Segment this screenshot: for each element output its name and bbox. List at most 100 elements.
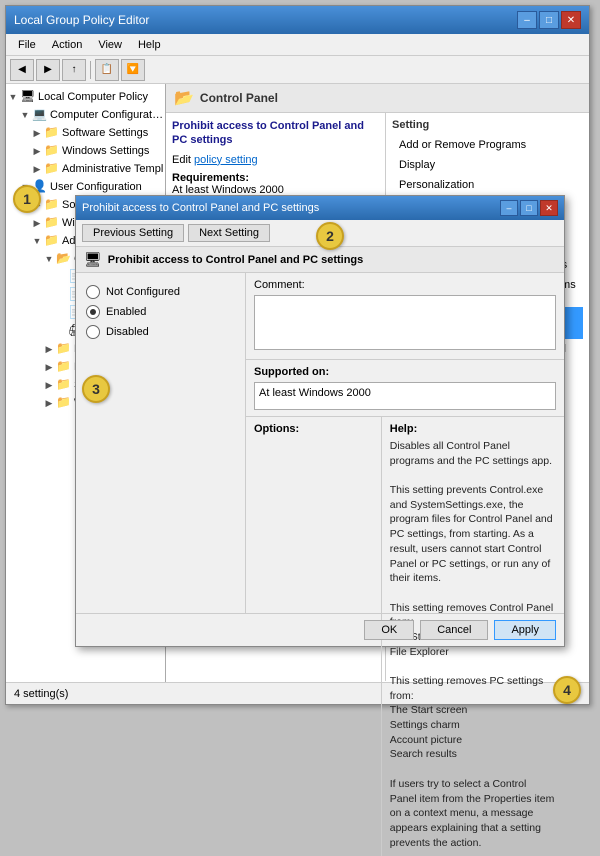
badge-3: 3 bbox=[82, 375, 110, 403]
radio-label-not-configured: Not Configured bbox=[106, 286, 180, 298]
radio-label-disabled: Disabled bbox=[106, 326, 149, 338]
badge-1: 1 bbox=[13, 185, 41, 213]
radio-circle-enabled bbox=[86, 305, 100, 319]
back-button[interactable]: ◀ bbox=[10, 59, 34, 81]
show-hide-button[interactable]: 📋 bbox=[95, 59, 119, 81]
main-title: Local Group Policy Editor bbox=[14, 13, 149, 27]
options-label: Options: bbox=[254, 423, 373, 435]
folder-icon-5: 📁 bbox=[44, 197, 60, 211]
radio-label-enabled: Enabled bbox=[106, 306, 146, 318]
tree-label-local: Local Computer Policy bbox=[38, 89, 148, 105]
expand-net: ▶ bbox=[42, 360, 56, 374]
tree-label-sw: Software Settings bbox=[62, 125, 148, 141]
next-setting-button[interactable]: Next Setting bbox=[188, 224, 270, 242]
badge-4: 4 bbox=[553, 676, 581, 704]
expand-computer-config: ▼ bbox=[18, 108, 32, 122]
cp-setting-header: Setting bbox=[392, 119, 583, 131]
up-button[interactable]: ↑ bbox=[62, 59, 86, 81]
menu-action[interactable]: Action bbox=[44, 37, 91, 53]
dialog-left-panel: Not Configured Enabled Disabled bbox=[76, 273, 246, 613]
dialog-title-btns: – □ ✕ bbox=[500, 200, 558, 216]
radio-not-configured[interactable]: Not Configured bbox=[86, 285, 235, 299]
radio-disabled[interactable]: Disabled bbox=[86, 325, 235, 339]
maximize-button[interactable]: □ bbox=[539, 11, 559, 29]
supported-section: Supported on: At least Windows 2000 bbox=[246, 360, 564, 417]
ok-button[interactable]: OK bbox=[364, 620, 414, 640]
dialog-title: Prohibit access to Control Panel and PC … bbox=[82, 202, 319, 214]
close-button[interactable]: ✕ bbox=[561, 11, 581, 29]
folder-icon-11: 📁 bbox=[56, 395, 72, 409]
tree-item-admin-templ[interactable]: ▶ 📁 Administrative Templ bbox=[6, 160, 165, 178]
cp-policy-link[interactable]: policy setting bbox=[194, 154, 258, 166]
folder-icon-4: 📁 bbox=[44, 161, 60, 175]
cp-policy-title: Prohibit access to Control Panel and PC … bbox=[172, 119, 379, 148]
tree-item-sw-settings[interactable]: ▶ 📁 Software Settings bbox=[6, 124, 165, 142]
tree-item-computer-config[interactable]: ▼ 💻 Computer Configuration bbox=[6, 106, 165, 124]
list-item-add-remove[interactable]: Add or Remove Programs bbox=[392, 135, 583, 155]
expand-desk: ▶ bbox=[42, 342, 56, 356]
menu-file[interactable]: File bbox=[10, 37, 44, 53]
comment-input[interactable] bbox=[254, 295, 556, 350]
dialog-title-bar: Prohibit access to Control Panel and PC … bbox=[76, 196, 564, 220]
dialog-subtitle: 🖥 Prohibit access to Control Panel and P… bbox=[76, 247, 564, 273]
folder-icon-8: 📁 bbox=[56, 341, 72, 355]
cancel-button[interactable]: Cancel bbox=[420, 620, 488, 640]
options-section: Options: bbox=[246, 417, 382, 856]
dialog-minimize[interactable]: – bbox=[500, 200, 518, 216]
radio-group: Not Configured Enabled Disabled bbox=[86, 285, 235, 339]
filter-button[interactable]: 🔽 bbox=[121, 59, 145, 81]
tree-label-user: User Configuration bbox=[50, 179, 142, 195]
folder-icon-9: 📁 bbox=[56, 359, 72, 373]
radio-circle-disabled bbox=[86, 325, 100, 339]
apply-button[interactable]: Apply bbox=[494, 620, 556, 640]
list-item-personalization[interactable]: Personalization bbox=[392, 175, 583, 195]
inner-dialog: Prohibit access to Control Panel and PC … bbox=[75, 195, 565, 647]
tree-item-win-settings[interactable]: ▶ 📁 Windows Settings bbox=[6, 142, 165, 160]
expand-pers bbox=[54, 306, 68, 320]
forward-button[interactable]: ▶ bbox=[36, 59, 60, 81]
title-bar-buttons: – □ ✕ bbox=[517, 11, 581, 29]
toolbar-separator bbox=[90, 61, 91, 79]
radio-enabled[interactable]: Enabled bbox=[86, 305, 235, 319]
previous-setting-button[interactable]: Previous Setting bbox=[82, 224, 184, 242]
radio-circle-not-configured bbox=[86, 285, 100, 299]
status-text: 4 setting(s) bbox=[14, 688, 68, 700]
cp-panel-title: Control Panel bbox=[200, 91, 278, 105]
menu-bar: File Action View Help bbox=[6, 34, 589, 56]
toolbar: ◀ ▶ ↑ 📋 🔽 bbox=[6, 56, 589, 84]
expand-disp bbox=[54, 288, 68, 302]
cp-req-value: At least Windows 2000 bbox=[172, 184, 379, 196]
folder-open-icon: 📂 bbox=[56, 251, 72, 265]
cp-panel-header: 📂 Control Panel bbox=[166, 84, 589, 113]
expand-sw: ▶ bbox=[30, 126, 44, 140]
badge-2: 2 bbox=[316, 222, 344, 250]
expand-user-win: ▶ bbox=[30, 216, 44, 230]
list-item-display[interactable]: Display bbox=[392, 155, 583, 175]
folder-icon-10: 📁 bbox=[56, 377, 72, 391]
cp-req-label: Requirements: bbox=[172, 172, 379, 184]
help-label: Help: bbox=[390, 423, 556, 435]
cp-edit-label: Edit bbox=[172, 154, 191, 166]
folder-icon-1: 💻 bbox=[32, 107, 48, 121]
folder-icon-7: 📁 bbox=[44, 233, 60, 247]
expand-local: ▼ bbox=[6, 90, 20, 104]
supported-value: At least Windows 2000 bbox=[254, 382, 556, 410]
dialog-maximize[interactable]: □ bbox=[520, 200, 538, 216]
menu-help[interactable]: Help bbox=[130, 37, 169, 53]
expand-shared: ▶ bbox=[42, 378, 56, 392]
menu-view[interactable]: View bbox=[90, 37, 130, 53]
tree-item-local-computer[interactable]: ▼ 🖥 Local Computer Policy bbox=[6, 88, 165, 106]
help-text: Disables all Control Panel programs and … bbox=[390, 439, 556, 850]
tree-label-win: Windows Settings bbox=[62, 143, 149, 159]
comment-label: Comment: bbox=[254, 279, 556, 291]
cp-folder-icon: 📂 bbox=[174, 88, 194, 108]
expand-win2: ▶ bbox=[42, 396, 56, 410]
expand-cp: ▼ bbox=[42, 252, 56, 266]
folder-icon-6: 📁 bbox=[44, 215, 60, 229]
minimize-button[interactable]: – bbox=[517, 11, 537, 29]
cp-edit-row: Edit policy setting bbox=[172, 154, 379, 166]
supported-label: Supported on: bbox=[254, 366, 556, 378]
dialog-close[interactable]: ✕ bbox=[540, 200, 558, 216]
dialog-right-panel: Comment: Supported on: At least Windows … bbox=[246, 273, 564, 613]
folder-icon-3: 📁 bbox=[44, 143, 60, 157]
